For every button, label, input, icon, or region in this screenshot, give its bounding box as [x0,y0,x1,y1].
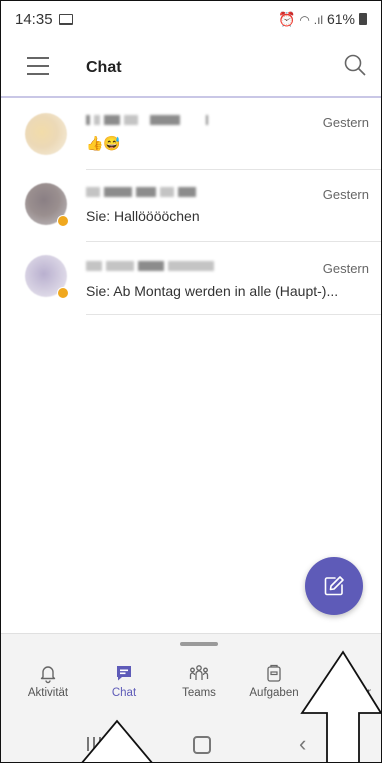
nav-label: Teams [182,687,216,699]
chat-time: Gestern [322,115,369,130]
annotation-arrow-more [300,650,381,762]
chat-list-item[interactable]: Gestern 👍😅 [1,101,381,173]
presence-away-icon [57,287,69,299]
chat-name-blurred [86,187,200,199]
home-icon[interactable] [193,736,211,754]
nav-label: Aufgaben [249,687,299,699]
list-divider [86,314,381,315]
presence-away-icon [57,215,69,227]
chat-preview: Sie: Hallööööchen [86,208,200,224]
search-icon[interactable] [343,53,367,77]
teams-icon [189,665,209,680]
app-header: Chat [1,39,381,95]
new-chat-button[interactable] [305,557,363,615]
phone-screen: 14:35 ⏰ ◠ .ıl 61% Chat Gestern 👍😅 Gester… [0,0,382,763]
avatar [25,113,67,155]
header-divider [1,96,381,98]
nav-item-teams[interactable]: Teams [162,662,236,699]
chat-name-blurred [86,261,218,273]
nav-item-activity[interactable]: Aktivität [11,662,85,699]
alarm-icon: ⏰ [278,11,296,27]
laptop-icon [59,14,73,25]
chat-time: Gestern [322,261,369,276]
list-divider [86,241,381,242]
chat-list-item[interactable]: Gestern Sie: Hallööööchen [1,171,381,243]
page-title: Chat [86,59,122,76]
nav-label: Aktivität [27,687,69,699]
chat-icon [117,666,131,681]
status-bar: 14:35 ⏰ ◠ .ıl 61% [1,1,381,35]
nav-item-chat[interactable]: Chat [87,662,161,699]
chat-list-item[interactable]: Gestern Sie: Ab Montag werden in alle (H… [1,243,381,315]
compose-icon [324,576,344,596]
drag-handle[interactable] [180,642,218,646]
chat-preview: 👍😅 [86,135,121,151]
battery-icon [359,13,367,25]
status-right: ⏰ ◠ .ıl 61% [278,11,367,28]
chat-time: Gestern [322,187,369,202]
battery-percent: 61% [326,11,355,27]
wifi-icon: ◠ [299,13,310,27]
status-time: 14:35 [15,11,53,28]
signal-icon: .ıl [313,13,324,27]
nav-label: Chat [111,687,137,699]
bell-icon [40,666,56,684]
chat-name-blurred [86,115,212,127]
annotation-arrow-chat [81,719,153,762]
chat-preview: Sie: Ab Montag werden in alle (Haupt-)..… [86,283,339,299]
list-divider [86,169,381,170]
menu-icon[interactable] [27,57,49,75]
tasks-icon [267,664,281,682]
